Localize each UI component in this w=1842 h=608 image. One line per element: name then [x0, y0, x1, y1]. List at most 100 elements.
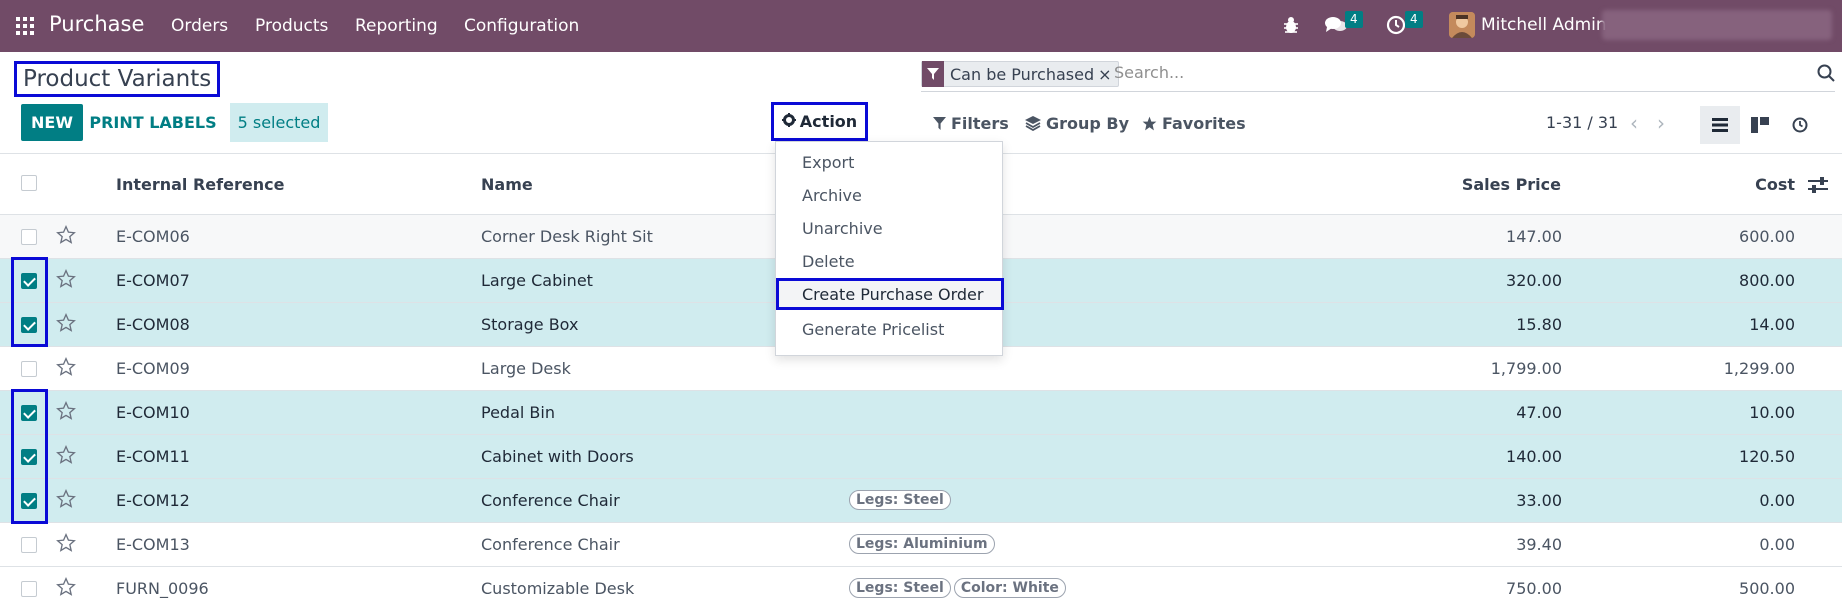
cell-cost: 0.00: [1759, 535, 1795, 554]
header-name[interactable]: Name: [481, 175, 533, 194]
filter-icon: [922, 61, 944, 87]
action-menu-item-generate-pricelist[interactable]: Generate Pricelist: [776, 313, 1004, 345]
checkbox-highlight-group-1: [11, 257, 48, 347]
new-button[interactable]: NEW: [21, 104, 83, 141]
cell-cost: 14.00: [1749, 315, 1795, 334]
cell-sales-price: 33.00: [1516, 491, 1562, 510]
cell-name: Corner Desk Right Sit: [481, 227, 653, 246]
table-row[interactable]: FURN_0096 Customizable Desk Legs: Steel Col…: [0, 567, 1842, 608]
pager-previous-icon[interactable]: ‹: [1630, 111, 1638, 135]
favorite-star-icon[interactable]: [56, 489, 76, 513]
cell-internal-reference: FURN_0096: [116, 579, 209, 598]
menu-products[interactable]: Products: [255, 16, 328, 36]
cell-cost: 10.00: [1749, 403, 1795, 422]
list-view-icon: [1712, 118, 1728, 132]
menu-reporting[interactable]: Reporting: [355, 16, 438, 36]
blurred-company-switcher: [1602, 10, 1832, 40]
row-checkbox[interactable]: [21, 537, 37, 553]
table-row[interactable]: E-COM12 Conference Chair Legs: Steel 33.00 0…: [0, 479, 1842, 523]
groupby-button[interactable]: Group By: [1025, 114, 1129, 133]
favorite-star-icon[interactable]: [56, 225, 76, 249]
row-checkbox[interactable]: [21, 581, 37, 597]
clock-icon: [1792, 117, 1808, 133]
cell-sales-price: 47.00: [1516, 403, 1562, 422]
pager-value[interactable]: 1-31 / 31: [1546, 113, 1618, 132]
clock-icon[interactable]: [1386, 15, 1406, 39]
search-facet: Can be Purchased ×: [921, 61, 1119, 87]
favorite-star-icon[interactable]: [56, 533, 76, 557]
apps-grid-icon[interactable]: [16, 17, 34, 35]
list-view-button[interactable]: [1700, 106, 1740, 144]
user-avatar[interactable]: [1449, 12, 1475, 38]
cell-internal-reference: E-COM10: [116, 403, 190, 422]
favorite-star-icon[interactable]: [56, 445, 76, 469]
cell-internal-reference: E-COM11: [116, 447, 190, 466]
favorite-star-icon[interactable]: [56, 577, 76, 601]
pager-next-icon[interactable]: ›: [1657, 111, 1665, 135]
menu-orders[interactable]: Orders: [171, 16, 228, 36]
cell-internal-reference: E-COM08: [116, 315, 190, 334]
column-settings-icon[interactable]: [1808, 177, 1828, 197]
favorites-button[interactable]: Favorites: [1142, 114, 1246, 133]
action-menu-item-create-purchase-order[interactable]: Create Purchase Order: [776, 278, 1004, 310]
attribute-tag: Legs: Steel: [849, 490, 951, 510]
cell-sales-price: 1,799.00: [1490, 359, 1562, 378]
app-name[interactable]: Purchase: [49, 12, 144, 36]
row-checkbox[interactable]: [21, 361, 37, 377]
user-name[interactable]: Mitchell Admin: [1481, 15, 1607, 35]
action-menu-item-unarchive[interactable]: Unarchive: [776, 212, 1004, 244]
cell-name: Cabinet with Doors: [481, 447, 634, 466]
cell-name: Customizable Desk: [481, 579, 635, 598]
cell-name: Large Desk: [481, 359, 571, 378]
activities-count-badge: 4: [1405, 11, 1423, 28]
table-row[interactable]: E-COM11 Cabinet with Doors 140.00 120.50: [0, 435, 1842, 479]
search-icon[interactable]: [1817, 64, 1835, 86]
header-sales-price[interactable]: Sales Price: [1430, 175, 1561, 194]
kanban-view-button[interactable]: [1740, 106, 1780, 144]
favorite-star-icon[interactable]: [56, 401, 76, 425]
action-menu-item-delete[interactable]: Delete: [776, 245, 1004, 277]
page-title: Product Variants: [14, 61, 221, 97]
filters-button[interactable]: Filters: [933, 114, 1009, 133]
cell-name: Conference Chair: [481, 491, 620, 510]
activity-view-button[interactable]: [1780, 106, 1820, 144]
action-menu-item-export[interactable]: Export: [776, 146, 1004, 178]
attribute-tag: Color: White: [953, 578, 1066, 598]
attribute-tag: Legs: Aluminium: [849, 534, 995, 554]
cell-sales-price: 147.00: [1506, 227, 1562, 246]
table-row[interactable]: E-COM13 Conference Chair Legs: Aluminium 39…: [0, 523, 1842, 567]
action-dropdown-menu: Export Archive Unarchive Delete Create Purch…: [775, 141, 1004, 356]
header-cost[interactable]: Cost: [1693, 175, 1795, 194]
kanban-view-icon: [1751, 117, 1769, 133]
menu-configuration[interactable]: Configuration: [464, 16, 579, 36]
favorite-star-icon[interactable]: [56, 269, 76, 293]
cell-attribute-tags: Legs: Aluminium: [849, 533, 998, 554]
cell-sales-price: 140.00: [1506, 447, 1562, 466]
favorite-star-icon[interactable]: [56, 357, 76, 381]
cell-name: Large Cabinet: [481, 271, 593, 290]
search-input[interactable]: [1114, 63, 1714, 82]
cell-cost: 800.00: [1739, 271, 1795, 290]
cell-internal-reference: E-COM06: [116, 227, 190, 246]
action-label: Action: [799, 112, 858, 131]
facet-label: Can be Purchased: [950, 64, 1095, 84]
cell-sales-price: 750.00: [1506, 579, 1562, 598]
cell-cost: 1,299.00: [1723, 359, 1795, 378]
top-navbar: Purchase Orders Products Reporting Confi…: [0, 0, 1842, 52]
cell-name: Storage Box: [481, 315, 579, 334]
select-all-checkbox[interactable]: [21, 175, 37, 191]
cell-internal-reference: E-COM09: [116, 359, 190, 378]
selected-count[interactable]: 5 selected: [230, 103, 328, 142]
action-button[interactable]: Action: [771, 102, 868, 141]
favorite-star-icon[interactable]: [56, 313, 76, 337]
cell-name: Conference Chair: [481, 535, 620, 554]
checkbox-highlight-group-2: [11, 389, 48, 524]
table-row[interactable]: E-COM10 Pedal Bin 47.00 10.00: [0, 391, 1842, 435]
print-labels-button[interactable]: PRINT LABELS: [88, 104, 218, 141]
row-checkbox[interactable]: [21, 229, 37, 245]
action-menu-item-archive[interactable]: Archive: [776, 179, 1004, 211]
bug-icon[interactable]: [1282, 15, 1300, 39]
header-internal-reference[interactable]: Internal Reference: [116, 175, 284, 194]
search-bar: Can be Purchased ×: [921, 60, 1835, 92]
cell-sales-price: 39.40: [1516, 535, 1562, 554]
